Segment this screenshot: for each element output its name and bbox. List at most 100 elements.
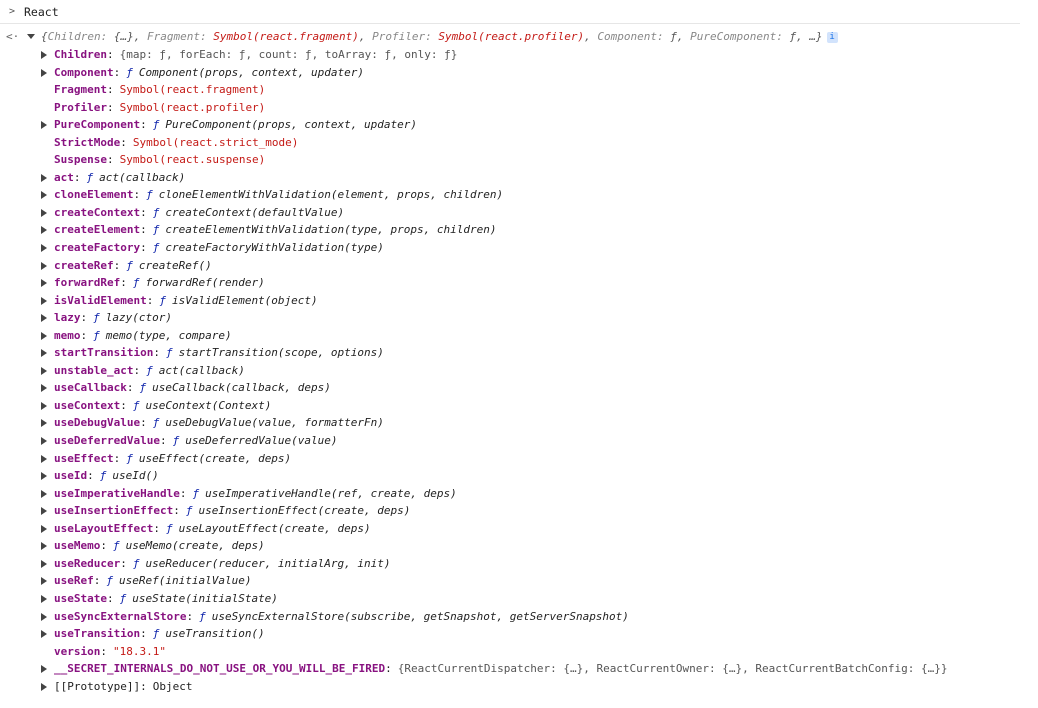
property-row[interactable]: useId: ƒ useId() — [0, 467, 1038, 485]
expand-arrow-icon[interactable] — [41, 349, 47, 358]
function-marker-icon: ƒ — [126, 258, 133, 272]
expand-arrow-icon[interactable] — [41, 226, 47, 235]
property-row[interactable]: [[Prototype]]: Object — [0, 678, 1038, 696]
property-entry: useId: ƒ useId() — [54, 469, 159, 483]
property-row[interactable]: forwardRef: ƒ forwardRef(render) — [0, 274, 1038, 292]
property-entry: Profiler: Symbol(react.profiler) — [54, 100, 266, 114]
expand-arrow-icon[interactable] — [41, 244, 47, 253]
expand-arrow-icon[interactable] — [41, 559, 47, 568]
property-row[interactable]: __SECRET_INTERNALS_DO_NOT_USE_OR_YOU_WIL… — [0, 660, 1038, 678]
console-result-summary[interactable]: <· {Children: {…}, Fragment: Symbol(reac… — [0, 30, 1038, 46]
property-entry: useEffect: ƒ useEffect(create, deps) — [54, 451, 292, 465]
property-row[interactable]: createElement: ƒ createElementWithValidati… — [0, 221, 1038, 239]
console-input-line[interactable]: > React — [0, 0, 1020, 24]
property-row[interactable]: Children: {map: ƒ, forEach: ƒ, count: ƒ, … — [0, 46, 1038, 64]
property-entry: useDebugValue: ƒ useDebugValue(value, form… — [54, 416, 384, 430]
property-row[interactable]: Component: ƒ Component(props, context, upd… — [0, 64, 1038, 82]
expand-toggle-icon[interactable] — [27, 34, 35, 39]
property-entry: useMemo: ƒ useMemo(create, deps) — [54, 539, 265, 553]
property-row[interactable]: PureComponent: ƒ PureComponent(props, cont… — [0, 116, 1038, 134]
function-signature: useLayoutEffect(create, deps) — [178, 521, 371, 535]
property-key: useInsertionEffect — [54, 504, 174, 518]
expand-arrow-icon[interactable] — [41, 507, 47, 516]
property-row[interactable]: useDeferredValue: ƒ useDeferredValue(value… — [0, 432, 1038, 450]
property-key: useTransition — [54, 627, 141, 641]
expand-arrow-icon[interactable] — [41, 682, 47, 691]
property-row[interactable]: useInsertionEffect: ƒ useInsertionEffect(c… — [0, 502, 1038, 520]
property-row[interactable]: useRef: ƒ useRef(initialValue) — [0, 572, 1038, 590]
property-key: useLayoutEffect — [54, 521, 154, 535]
property-row[interactable]: useMemo: ƒ useMemo(create, deps) — [0, 537, 1038, 555]
expand-arrow-icon[interactable] — [41, 296, 47, 305]
expand-arrow-icon[interactable] — [41, 594, 47, 603]
expand-arrow-icon[interactable] — [41, 366, 47, 375]
property-row[interactable]: lazy: ƒ lazy(ctor) — [0, 309, 1038, 327]
property-row[interactable]: useCallback: ƒ useCallback(callback, deps) — [0, 379, 1038, 397]
expand-arrow-icon[interactable] — [41, 314, 47, 323]
property-row[interactable]: isValidElement: ƒ isValidElement(object) — [0, 292, 1038, 310]
property-key: useDebugValue — [54, 416, 141, 430]
expand-arrow-icon[interactable] — [41, 279, 47, 288]
expand-arrow-icon[interactable] — [41, 542, 47, 551]
property-row[interactable]: useSyncExternalStore: ƒ useSyncExternalSto… — [0, 608, 1038, 626]
property-row[interactable]: memo: ƒ memo(type, compare) — [0, 327, 1038, 345]
property-entry: Fragment: Symbol(react.fragment) — [54, 83, 266, 97]
expand-arrow-icon[interactable] — [41, 437, 47, 446]
expand-arrow-icon[interactable] — [41, 208, 47, 217]
property-key: act — [54, 170, 74, 184]
function-marker-icon: ƒ — [106, 574, 113, 588]
property-row[interactable]: startTransition: ƒ startTransition(scope, … — [0, 344, 1038, 362]
expand-arrow-icon[interactable] — [41, 665, 47, 674]
property-entry: useTransition: ƒ useTransition() — [54, 627, 265, 641]
expand-arrow-icon[interactable] — [41, 191, 47, 200]
function-signature: forwardRef(render) — [145, 276, 265, 290]
expand-arrow-icon[interactable] — [41, 454, 47, 463]
function-signature: useImperativeHandle(ref, create, deps) — [205, 486, 457, 500]
property-row[interactable]: createFactory: ƒ createFactoryWithValidati… — [0, 239, 1038, 257]
expand-arrow-icon[interactable] — [41, 419, 47, 428]
function-marker-icon: ƒ — [132, 398, 140, 412]
property-row[interactable]: useEffect: ƒ useEffect(create, deps) — [0, 450, 1038, 468]
property-row[interactable]: useLayoutEffect: ƒ useLayoutEffect(create,… — [0, 520, 1038, 538]
expand-arrow-icon[interactable] — [41, 68, 47, 77]
expand-arrow-icon[interactable] — [41, 261, 47, 270]
expand-arrow-icon[interactable] — [41, 577, 47, 586]
property-row[interactable]: useDebugValue: ƒ useDebugValue(value, form… — [0, 414, 1038, 432]
property-entry: createFactory: ƒ createFactoryWithValidati… — [54, 241, 384, 255]
expand-arrow-icon[interactable] — [41, 489, 47, 498]
property-row[interactable]: useContext: ƒ useContext(Context) — [0, 397, 1038, 415]
property-row[interactable]: useTransition: ƒ useTransition() — [0, 625, 1038, 643]
property-entry: startTransition: ƒ startTransition(scope, … — [54, 346, 384, 360]
expand-arrow-icon[interactable] — [41, 51, 47, 59]
property-row[interactable]: useImperativeHandle: ƒ useImperativeHandle… — [0, 485, 1038, 503]
property-key: StrictMode — [54, 135, 121, 149]
property-row[interactable]: act: ƒ act(callback) — [0, 169, 1038, 187]
function-signature: useState(initialState) — [132, 591, 278, 605]
property-value: {ReactCurrentDispatcher: {…}, ReactCurre… — [397, 662, 948, 676]
expand-arrow-icon[interactable] — [41, 524, 47, 533]
property-entry: version: "18.3.1" — [54, 644, 166, 658]
function-signature: useMemo(create, deps) — [125, 539, 265, 553]
property-row[interactable]: createRef: ƒ createRef() — [0, 257, 1038, 275]
expand-arrow-icon[interactable] — [41, 331, 47, 340]
property-row[interactable]: createContext: ƒ createContext(defaultValu… — [0, 204, 1038, 222]
expand-arrow-icon[interactable] — [41, 401, 47, 410]
expand-arrow-icon[interactable] — [41, 121, 47, 130]
property-key: startTransition — [54, 346, 154, 360]
property-key: useId — [54, 469, 88, 483]
property-row[interactable]: cloneElement: ƒ cloneElementWithValidation… — [0, 186, 1038, 204]
expand-arrow-icon[interactable] — [41, 472, 47, 481]
function-marker-icon: ƒ — [119, 591, 127, 605]
info-icon[interactable]: i — [826, 32, 838, 43]
expand-arrow-icon[interactable] — [41, 173, 47, 182]
expand-arrow-icon[interactable] — [41, 384, 47, 393]
function-marker-icon: ƒ — [165, 346, 173, 360]
property-key: lazy — [54, 311, 81, 325]
property-value: "18.3.1" — [112, 644, 166, 658]
expand-arrow-icon[interactable] — [41, 612, 47, 621]
property-entry: Children: {map: ƒ, forEach: ƒ, count: ƒ, … — [54, 48, 458, 61]
property-row[interactable]: unstable_act: ƒ act(callback) — [0, 362, 1038, 380]
property-row[interactable]: useState: ƒ useState(initialState) — [0, 590, 1038, 608]
property-row[interactable]: useReducer: ƒ useReducer(reducer, initialA… — [0, 555, 1038, 573]
expand-arrow-icon[interactable] — [41, 630, 47, 639]
